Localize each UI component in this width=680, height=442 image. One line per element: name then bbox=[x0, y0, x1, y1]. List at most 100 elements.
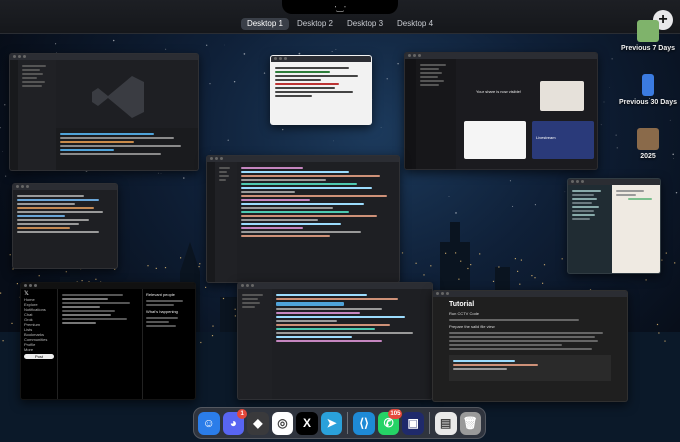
notification-badge: 1 bbox=[237, 408, 248, 419]
discord-icon[interactable]: ◕ 1 bbox=[222, 408, 248, 435]
city-light bbox=[460, 260, 462, 262]
window-code-left[interactable] bbox=[12, 183, 118, 269]
meeting-title: Your share is now visible! bbox=[476, 89, 521, 94]
desktop-tab-2[interactable]: Desktop 2 bbox=[291, 18, 339, 30]
city-light bbox=[234, 315, 236, 317]
desktop-tab-3[interactable]: Desktop 3 bbox=[341, 18, 389, 30]
city-light bbox=[11, 322, 13, 324]
file-tree bbox=[215, 162, 237, 282]
star bbox=[669, 119, 671, 121]
desktop-tab-4[interactable]: Desktop 4 bbox=[391, 18, 439, 30]
activity-bar bbox=[207, 162, 215, 282]
mission-control-bar: ᐧ‿ᐧ Desktop 1 Desktop 2 Desktop 3 Deskto… bbox=[0, 0, 680, 34]
city-light bbox=[665, 252, 667, 254]
x-right-rail: Relevant people What's happening bbox=[143, 289, 195, 399]
dock-glyph: ◆ bbox=[253, 416, 263, 430]
city-light bbox=[517, 270, 519, 272]
star bbox=[233, 80, 236, 83]
dock-glyph: ◕ bbox=[229, 416, 237, 430]
window-code-editor-center[interactable] bbox=[206, 155, 400, 283]
star bbox=[333, 140, 334, 142]
app-sidebar bbox=[405, 59, 416, 169]
dock-glyph: ➤ bbox=[326, 416, 337, 430]
file-tree bbox=[238, 289, 272, 399]
city-light bbox=[38, 275, 40, 277]
city-light bbox=[415, 262, 417, 264]
city-light bbox=[519, 283, 521, 285]
window-x-twitter[interactable]: 𝕏 Home Explore Notifications Chat Grok P… bbox=[20, 282, 196, 400]
star bbox=[263, 72, 266, 74]
star bbox=[397, 63, 399, 65]
star bbox=[243, 53, 246, 55]
window-terminal-small[interactable] bbox=[270, 55, 372, 125]
trash-icon[interactable]: 🗑 bbox=[459, 411, 482, 435]
vscode-logo-icon bbox=[92, 76, 144, 118]
dock-glyph: X bbox=[303, 416, 312, 430]
window-messaging-app[interactable] bbox=[567, 178, 661, 274]
star bbox=[282, 128, 284, 131]
sidebar-item-previous-7-days[interactable]: Previous 7 Days bbox=[616, 20, 680, 52]
city-light bbox=[199, 263, 201, 265]
star bbox=[5, 175, 7, 177]
star bbox=[157, 172, 159, 174]
sidebar-item-previous-30-days[interactable]: Previous 30 Days bbox=[616, 74, 680, 106]
chat-conversation bbox=[612, 185, 660, 273]
cube-icon[interactable]: ◆ bbox=[247, 411, 269, 435]
meeting-stage: Your share is now visible! Livestream bbox=[456, 59, 597, 169]
city-light bbox=[212, 325, 214, 327]
editor-pane bbox=[56, 60, 198, 170]
document-icon[interactable]: ▤ bbox=[434, 411, 457, 435]
city-light bbox=[458, 278, 460, 280]
star bbox=[331, 51, 333, 52]
sidebar-item-2025[interactable]: 2025 bbox=[616, 128, 680, 160]
sidebar-item-label: 2025 bbox=[640, 153, 656, 160]
channel-list bbox=[416, 59, 456, 169]
whatsapp-icon[interactable]: ✆ 105 bbox=[377, 408, 403, 435]
star bbox=[603, 101, 605, 103]
city-light bbox=[467, 267, 469, 270]
city-light bbox=[430, 265, 432, 267]
city-light bbox=[534, 277, 536, 279]
sidebar-item-label: Previous 7 Days bbox=[620, 45, 676, 52]
star bbox=[335, 49, 337, 50]
chrome-icon[interactable]: ◎ bbox=[271, 411, 294, 435]
desktop-tab-1[interactable]: Desktop 1 bbox=[240, 18, 289, 30]
city-light bbox=[164, 267, 167, 269]
star bbox=[0, 127, 1, 129]
doc-code-block bbox=[449, 355, 611, 381]
city-light bbox=[2, 340, 4, 342]
tile-label: Livestream bbox=[536, 135, 556, 140]
city-light bbox=[514, 258, 516, 260]
window-vscode-main[interactable] bbox=[9, 53, 199, 171]
dock-glyph: 🗑 bbox=[462, 416, 478, 430]
video-tile bbox=[540, 81, 584, 111]
window-meeting-app[interactable]: Your share is now visible! Livestream bbox=[404, 52, 598, 170]
city-light bbox=[658, 332, 660, 334]
vscode-icon[interactable]: ⟨⟩ bbox=[353, 411, 375, 435]
dock-separator bbox=[347, 412, 349, 434]
activity-bar bbox=[10, 60, 18, 170]
star bbox=[600, 124, 602, 126]
telegram-icon[interactable]: ➤ bbox=[320, 411, 343, 435]
city-light bbox=[520, 259, 522, 261]
city-light bbox=[205, 286, 207, 288]
terminal-app-icon[interactable]: ▣ bbox=[402, 411, 424, 435]
star bbox=[611, 58, 613, 60]
city-light bbox=[211, 335, 214, 337]
code-lines bbox=[237, 162, 399, 282]
city-light bbox=[200, 341, 202, 344]
livestream-tile: Livestream bbox=[532, 121, 594, 159]
window-tutorial-doc[interactable]: Tutorial Run CCTV Code Prepare the salid… bbox=[432, 290, 628, 402]
city-light bbox=[455, 252, 457, 254]
folder-thumbnail-icon bbox=[637, 20, 659, 42]
city-light bbox=[664, 340, 666, 342]
x-icon[interactable]: X bbox=[296, 411, 318, 435]
video-tile bbox=[464, 121, 526, 159]
nav-more[interactable]: More bbox=[24, 347, 54, 352]
city-light bbox=[9, 254, 11, 256]
finder-icon[interactable]: ☺ bbox=[198, 411, 220, 435]
city-light bbox=[401, 252, 404, 254]
window-code-editor-bottom[interactable] bbox=[237, 282, 433, 400]
post-button[interactable]: Post bbox=[24, 354, 54, 359]
dock: ☺ ◕ 1 ◆ ◎ X ➤ ⟨⟩ ✆ 105 ▣ ▤ 🗑 bbox=[193, 407, 486, 439]
